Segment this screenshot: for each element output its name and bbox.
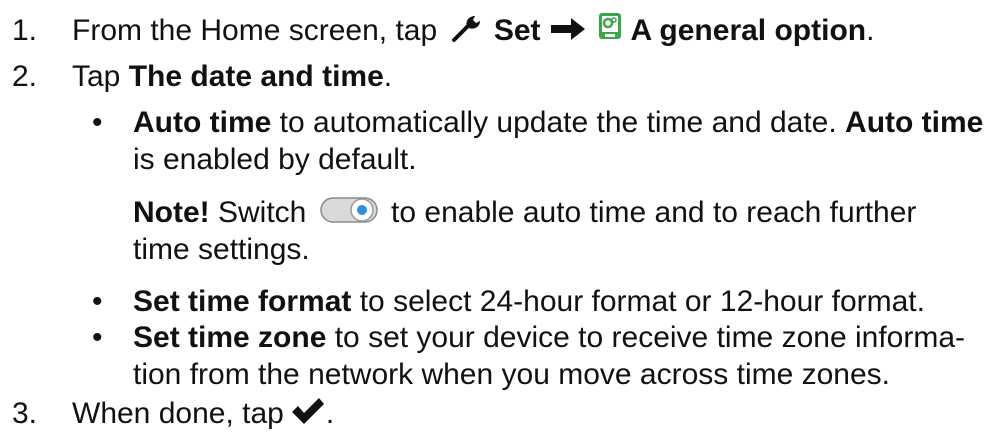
step-1-pre: From the Home screen, tap	[72, 14, 438, 47]
bullet-dot: •	[92, 285, 103, 318]
note-label: Note!	[133, 196, 210, 229]
step-2-post: .	[383, 60, 393, 93]
note-line-2: time settings.	[133, 233, 310, 266]
phone-gear-icon	[597, 11, 623, 41]
step-1-post: .	[866, 14, 875, 47]
wrench-icon	[451, 13, 482, 43]
note-line-1: Note! Switch to enable auto time and to …	[133, 196, 916, 230]
step-3-pre: When done, tap	[72, 397, 284, 430]
step-1-general: A general option	[630, 14, 867, 47]
step-number: 1.	[12, 14, 38, 47]
bullet-2-text: to select 24-hour format or 12-hour form…	[351, 285, 925, 318]
note-pre: Switch	[209, 196, 307, 229]
step-2-date-time: The date and time	[128, 60, 384, 93]
bullet-1-line-2: is enabled by default.	[133, 143, 417, 176]
bullet-3-label: Set time zone	[133, 321, 327, 354]
bullet-2-line-1: Set time format to select 24-hour format…	[133, 285, 925, 319]
note-post: to enable auto time and to reach further	[391, 196, 917, 229]
bullet-dot: •	[92, 106, 103, 139]
step-1-set: Set	[493, 14, 541, 47]
bullet-2-label: Set time format	[133, 285, 352, 318]
step-number: 3.	[12, 397, 38, 430]
bullet-3-text: to set your device to receive time zone …	[326, 321, 965, 354]
bullet-1-label: Auto time	[133, 106, 272, 139]
step-3-post: .	[325, 397, 335, 430]
instructions-page: { "steps": [ { "number": "1.", "pre": "F…	[0, 0, 997, 440]
bullet-3-line-2: tion from the network when you move acro…	[133, 358, 891, 391]
toggle-switch-icon	[319, 195, 379, 225]
step-number: 2.	[12, 60, 38, 93]
step-2-text: Tap The date and time.	[72, 60, 392, 94]
checkmark-icon	[290, 396, 326, 426]
bullet-1-text: to automatically update the time and dat…	[271, 106, 837, 139]
bullet-dot: •	[92, 321, 103, 354]
step-3-text: When done, tap .	[72, 397, 334, 431]
bullet-1-label-2: Auto time	[845, 106, 984, 139]
right-arrow-icon	[549, 16, 587, 42]
step-2-pre: Tap	[72, 60, 121, 93]
bullet-3-line-1: Set time zone to set your device to rece…	[133, 321, 965, 355]
bullet-1-line-1: Auto time to automatically update the ti…	[133, 106, 983, 140]
step-1-text: From the Home screen, tap Set A general …	[72, 11, 875, 48]
